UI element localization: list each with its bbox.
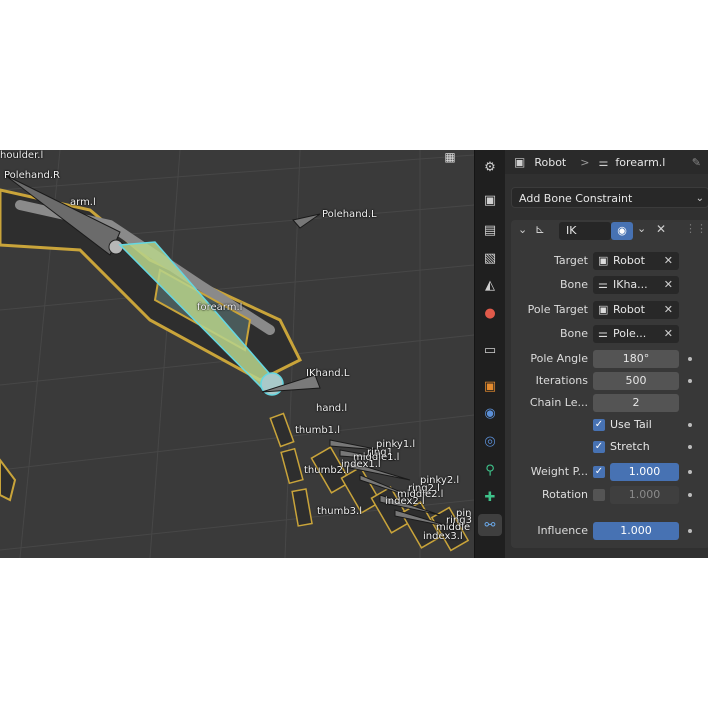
bone-label: index3.l xyxy=(423,531,463,542)
output-icon[interactable]: ▤ xyxy=(478,219,502,241)
bone-label: thumb1.l xyxy=(295,425,341,436)
use-tail-label: Use Tail xyxy=(610,418,652,431)
pin-icon[interactable]: ✎ xyxy=(692,156,701,169)
close-icon[interactable]: ✕ xyxy=(656,222,666,236)
breadcrumb-separator: > xyxy=(580,155,590,169)
arm-mesh xyxy=(0,188,303,382)
bone-label: IKhand.L xyxy=(306,368,350,379)
collection-icon[interactable]: ▭ xyxy=(478,339,502,361)
chain-length-label: Chain Le... xyxy=(529,396,588,409)
rotation-field[interactable]: 1.000 xyxy=(610,486,679,504)
armature-object-icon: ▣ xyxy=(514,155,526,169)
properties-tab-strip: ⚙ ▣ ▤ ▧ ◭ ● ▭ ▣ ◉ ◎ ⚲ ✚ ⚯ xyxy=(474,150,505,558)
add-bone-constraint-label: Add Bone Constraint xyxy=(519,192,633,205)
add-bone-constraint-dropdown[interactable]: Add Bone Constraint ⌄ xyxy=(511,187,708,208)
bone-icon[interactable]: ✚ xyxy=(478,486,502,508)
target-field[interactable]: ▣ Robot ✕ xyxy=(593,252,679,270)
view-layer-icon[interactable]: ▧ xyxy=(478,247,502,269)
bone-label: arm.l xyxy=(70,197,96,208)
chevron-down-icon: ⌄ xyxy=(695,193,704,204)
chain-length-field[interactable]: 2 xyxy=(593,394,679,412)
stretch-checkbox[interactable]: ✓ xyxy=(593,441,605,453)
render-icon[interactable]: ▣ xyxy=(478,189,502,211)
breadcrumb-object[interactable]: Robot xyxy=(534,156,566,169)
bone-value: IKha... xyxy=(613,278,648,291)
pole-angle-field[interactable]: 180° xyxy=(593,350,679,368)
weight-position-label: Weight P... xyxy=(530,465,588,478)
elbow-joint xyxy=(108,239,124,255)
object-icon: ▣ xyxy=(598,303,609,316)
influence-label: Influence xyxy=(537,524,588,537)
weight-position-checkbox[interactable]: ✓ xyxy=(593,466,605,478)
keyframe-dot[interactable] xyxy=(688,445,692,449)
bone-label: houlder.l xyxy=(0,150,44,161)
influence-field[interactable]: 1.000 xyxy=(593,522,679,540)
bone-label: thumb2.l xyxy=(304,465,350,476)
modifier-icon[interactable]: ◉ xyxy=(478,402,502,424)
scene-icon[interactable]: ◭ xyxy=(478,274,502,296)
object-icon: ▣ xyxy=(598,254,609,267)
clear-icon[interactable]: ✕ xyxy=(664,325,673,343)
blender-window: ▦ houlder.l Polehand.R arm.l Polehand.L … xyxy=(0,150,708,558)
pole-bone-field[interactable]: ⚌ Pole... ✕ xyxy=(593,325,679,343)
bone-field[interactable]: ⚌ IKha... ✕ xyxy=(593,276,679,294)
stretch-label: Stretch xyxy=(610,440,650,453)
pole-bone-value: Pole... xyxy=(613,327,647,340)
rotation-checkbox[interactable] xyxy=(593,489,605,501)
keyframe-dot[interactable] xyxy=(688,423,692,427)
left-body-mesh xyxy=(0,458,17,502)
pole-target-field[interactable]: ▣ Robot ✕ xyxy=(593,301,679,319)
physics-icon[interactable]: ◎ xyxy=(478,430,502,452)
ik-constraint-icon: ⊾ xyxy=(535,222,546,236)
keyframe-dot[interactable] xyxy=(688,493,692,497)
bone-label: Polehand.R xyxy=(4,170,61,181)
drag-handle-icon[interactable]: ⋮⋮ xyxy=(685,222,707,235)
clear-icon[interactable]: ✕ xyxy=(664,276,673,294)
object-constraint-icon[interactable]: ⚲ xyxy=(478,459,502,481)
keyframe-dot[interactable] xyxy=(688,470,692,474)
clear-icon[interactable]: ✕ xyxy=(664,252,673,270)
target-label: Target xyxy=(553,254,588,267)
bone-icon: ⚌ xyxy=(598,327,608,340)
use-tail-checkbox[interactable]: ✓ xyxy=(593,419,605,431)
grid-icon[interactable]: ▦ xyxy=(440,150,460,166)
bone-label: forearm.l xyxy=(197,302,243,313)
world-icon[interactable]: ● xyxy=(478,302,502,324)
ik-constraint-panel: ⌄ ⊾ IK ◉ ⌄ ✕ ⋮⋮ Target ▣ Robot ✕ Bone ⚌ IKh… xyxy=(511,220,708,548)
breadcrumb: ▣ Robot > ⚌ forearm.l ✎ xyxy=(505,150,708,174)
bone-label: hand.l xyxy=(316,403,348,414)
bone-label: thumb3.l xyxy=(317,506,363,517)
pole-bone-label: Bone xyxy=(559,327,588,340)
properties-editor: ▣ Robot > ⚌ forearm.l ✎ Add Bone Constra… xyxy=(505,150,708,558)
constraint-name-field[interactable]: IK xyxy=(559,222,611,240)
object-icon[interactable]: ▣ xyxy=(478,375,502,397)
target-value: Robot xyxy=(613,254,645,267)
bone-label: Polehand.L xyxy=(322,209,377,220)
bone-label: index2.l xyxy=(385,496,425,507)
tool-icon[interactable]: ⚙ xyxy=(478,156,502,178)
collapse-chevron-icon[interactable]: ⌄ xyxy=(518,223,527,236)
chevron-down-icon[interactable]: ⌄ xyxy=(637,222,646,235)
pole-target-value: Robot xyxy=(613,303,645,316)
bone-constraint-icon[interactable]: ⚯ xyxy=(478,514,502,536)
bone-icon: ⚌ xyxy=(598,278,608,291)
pole-target-label: Pole Target xyxy=(527,303,588,316)
weight-position-field[interactable]: 1.000 xyxy=(610,463,679,481)
keyframe-dot[interactable] xyxy=(688,529,692,533)
bone-icon: ⚌ xyxy=(598,155,609,169)
breadcrumb-bone[interactable]: forearm.l xyxy=(615,156,665,169)
iterations-label: Iterations xyxy=(535,374,588,387)
keyframe-dot[interactable] xyxy=(688,357,692,361)
keyframe-dot[interactable] xyxy=(688,379,692,383)
3d-viewport[interactable]: ▦ houlder.l Polehand.R arm.l Polehand.L … xyxy=(0,150,474,558)
eye-icon[interactable]: ◉ xyxy=(611,222,633,240)
bone-label: Bone xyxy=(559,278,588,291)
rotation-label: Rotation xyxy=(541,488,588,501)
clear-icon[interactable]: ✕ xyxy=(664,301,673,319)
iterations-field[interactable]: 500 xyxy=(593,372,679,390)
pole-angle-label: Pole Angle xyxy=(530,352,588,365)
